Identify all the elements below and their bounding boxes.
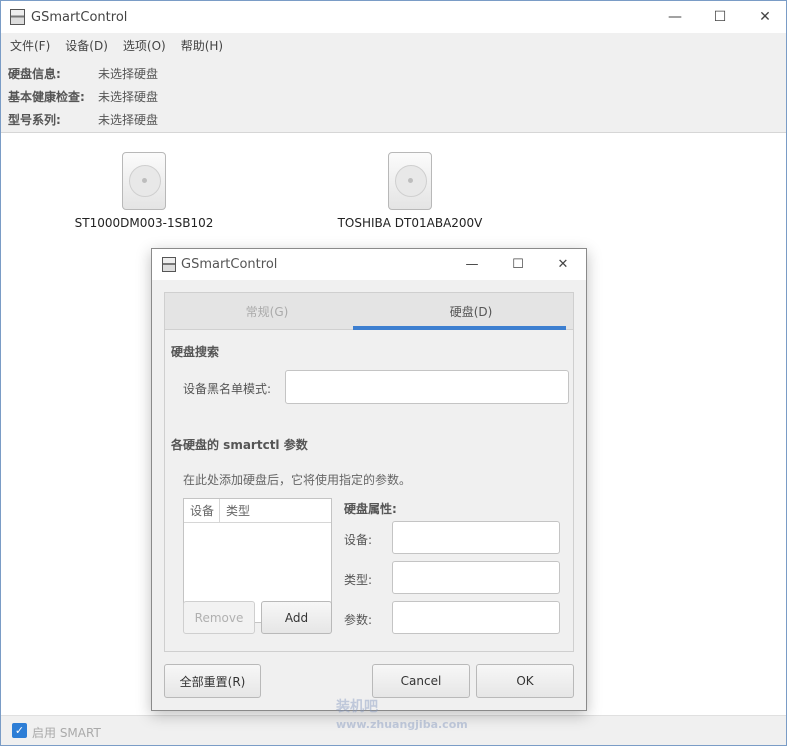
column-header-type[interactable]: 类型 (220, 499, 331, 523)
drive-label: TOSHIBA DT01ABA200V (337, 216, 483, 230)
device-label: 设备: (344, 533, 373, 547)
cancel-button[interactable]: Cancel (372, 664, 470, 698)
column-header-device[interactable]: 设备 (184, 499, 220, 523)
info-row-drive-info: 硬盘信息: 未选择硬盘 (8, 65, 158, 83)
info-label: 硬盘信息: (8, 67, 61, 81)
info-label: 基本健康检查: (8, 90, 85, 104)
info-value: 未选择硬盘 (98, 113, 159, 127)
menu-help[interactable]: 帮助(H) (181, 37, 223, 54)
window-title: GSmartControl (31, 10, 128, 25)
watermark-line1: 装机吧 (336, 699, 378, 715)
type-label: 类型: (344, 573, 373, 587)
info-value: 未选择硬盘 (98, 67, 159, 81)
menu-file[interactable]: 文件(F) (10, 37, 50, 54)
params-label: 参数: (344, 613, 373, 627)
smartctl-params-title: 各硬盘的 smartctl 参数 (171, 438, 308, 452)
menu-options[interactable]: 选项(O) (123, 37, 166, 54)
type-input[interactable] (392, 561, 560, 594)
blacklist-label: 设备黑名单模式: (183, 382, 272, 396)
drive-label: ST1000DM003-1SB102 (74, 216, 214, 230)
smartctl-hint: 在此处添加硬盘后，它将使用指定的参数。 (183, 473, 412, 487)
info-row-health-check: 基本健康检查: 未选择硬盘 (8, 88, 158, 106)
info-row-model-family: 型号系列: 未选择硬盘 (8, 111, 158, 129)
drive-properties-title: 硬盘属性: (344, 502, 397, 516)
hard-drive-icon (122, 152, 166, 210)
dialog-titlebar[interactable]: GSmartControl — ☐ ✕ (152, 249, 586, 280)
app-icon (10, 9, 25, 25)
active-tab-indicator (353, 326, 566, 330)
device-input[interactable] (392, 521, 560, 554)
remove-button[interactable]: Remove (183, 601, 255, 634)
watermark-line2: www.zhuangjiba.com (336, 718, 468, 731)
menubar: 文件(F) 设备(D) 选项(O) 帮助(H) (1, 33, 786, 57)
watermark: 装机吧 www.zhuangjiba.com (336, 699, 468, 734)
minimize-button[interactable]: — (652, 1, 698, 33)
tab-bar: 常规(G) 硬盘(D) (165, 293, 573, 330)
close-button[interactable]: ✕ (742, 1, 787, 33)
dialog-maximize-button[interactable]: ☐ (495, 249, 541, 280)
drive-item-st1000dm003[interactable]: ST1000DM003-1SB102 (54, 152, 234, 230)
app-icon (162, 257, 176, 272)
params-input[interactable] (392, 601, 560, 634)
reset-all-button[interactable]: 全部重置(R) (164, 664, 261, 698)
maximize-button[interactable]: ☐ (697, 1, 743, 33)
info-label: 型号系列: (8, 113, 61, 127)
dialog-title: GSmartControl (181, 257, 278, 272)
info-panel: 硬盘信息: 未选择硬盘 基本健康检查: 未选择硬盘 型号系列: 未选择硬盘 (1, 57, 786, 133)
dialog-minimize-button[interactable]: — (449, 249, 495, 280)
hard-drive-icon (388, 152, 432, 210)
main-titlebar[interactable]: GSmartControl — ☐ ✕ (1, 1, 786, 33)
blacklist-pattern-input[interactable] (285, 370, 569, 404)
drive-item-toshiba[interactable]: TOSHIBA DT01ABA200V (320, 152, 500, 230)
drive-search-title: 硬盘搜索 (171, 345, 220, 359)
enable-smart-checkbox[interactable]: ✓ (12, 723, 27, 738)
add-button[interactable]: Add (261, 601, 332, 634)
ok-button[interactable]: OK (476, 664, 574, 698)
tab-drives[interactable]: 硬盘(D) (369, 293, 573, 330)
settings-notebook: 常规(G) 硬盘(D) 硬盘搜索 设备黑名单模式: 各硬盘的 smartctl … (164, 292, 574, 652)
preferences-dialog: GSmartControl — ☐ ✕ 常规(G) 硬盘(D) 硬盘搜索 设备黑… (151, 248, 587, 711)
menu-device[interactable]: 设备(D) (65, 37, 108, 54)
enable-smart-label: 启用 SMART (32, 726, 101, 740)
dialog-close-button[interactable]: ✕ (540, 249, 586, 280)
info-value: 未选择硬盘 (98, 90, 159, 104)
tab-general[interactable]: 常规(G) (165, 293, 369, 330)
